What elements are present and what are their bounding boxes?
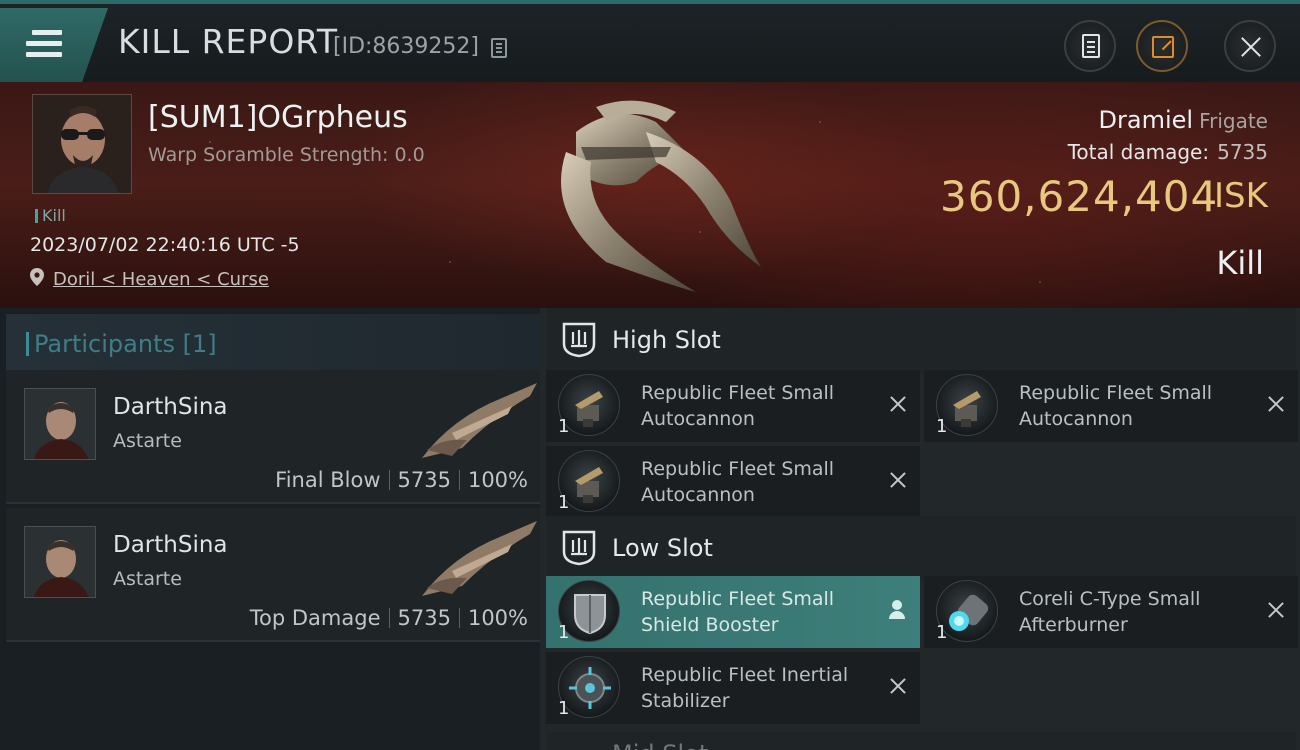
module-quantity: 1 — [558, 698, 570, 719]
participant-stats: Final Blow 5735 100% — [275, 468, 528, 492]
module-name: Republic Fleet Inertial Stabilizer — [641, 664, 849, 712]
participant-ship: Astarte — [113, 568, 182, 590]
module-quantity: 1 — [558, 492, 570, 513]
kill-tag: Kill — [35, 206, 66, 225]
victim-ship[interactable]: Dramiel Frigate — [1099, 106, 1268, 134]
isk-value: 360,624,404 — [940, 172, 1219, 221]
victim-portrait[interactable] — [32, 94, 132, 194]
low-slot-header: Low Slot — [546, 516, 1296, 582]
high-slot-title: High Slot — [612, 326, 721, 354]
module-quantity: 1 — [936, 416, 948, 437]
share-icon — [1152, 36, 1174, 58]
x-icon[interactable] — [888, 676, 908, 696]
participant-stats: Top Damage 5735 100% — [250, 606, 528, 630]
module-item[interactable]: 1 Republic Fleet Small Shield Booster — [546, 576, 920, 648]
user-icon[interactable] — [888, 600, 906, 620]
participant-ship: Astarte — [113, 430, 182, 452]
module-name: Republic Fleet Small Shield Booster — [641, 588, 835, 636]
participant-damage: 5735 — [397, 468, 451, 492]
participant-role: Final Blow — [275, 468, 381, 492]
low-slot-title: Low Slot — [612, 534, 713, 562]
participant-ship-image — [422, 383, 537, 458]
victim-banner: [SUM1]OGrpheus Warp Soramble Strength: 0… — [0, 82, 1300, 308]
x-icon[interactable] — [888, 394, 908, 414]
participants-tab[interactable]: Participants [1] — [6, 314, 540, 372]
hamburger-icon — [26, 30, 62, 63]
clipboard-icon — [1082, 34, 1100, 58]
map-pin-icon — [30, 268, 44, 286]
participant-percent: 100% — [467, 468, 528, 492]
page-title: KILL REPORT — [118, 22, 338, 61]
x-icon[interactable] — [888, 470, 908, 490]
module-item[interactable]: 1 Republic Fleet Small Autocannon — [546, 446, 920, 518]
slot-shield-icon — [562, 530, 596, 566]
copy-icon[interactable] — [491, 38, 507, 58]
isk-unit: ISK — [1214, 176, 1268, 216]
location-link[interactable]: Doril < Heaven < Curse — [53, 269, 269, 290]
total-damage-label: Total damage: — [1067, 140, 1210, 164]
slot-shield-icon — [562, 322, 596, 358]
module-name: Republic Fleet Small Autocannon — [641, 458, 835, 506]
participant-portrait[interactable] — [24, 526, 96, 598]
share-button[interactable] — [1136, 20, 1188, 72]
participant-role: Top Damage — [249, 606, 381, 630]
module-name: Republic Fleet Small Autocannon — [1019, 382, 1213, 430]
participant-row[interactable]: DarthSina Astarte Final Blow 5735 100% — [6, 370, 540, 504]
ship-class: Frigate — [1199, 109, 1268, 133]
top-bar: KILL REPORT [ID:8639252] — [0, 0, 1300, 82]
module-name: Republic Fleet Small Autocannon — [641, 382, 835, 430]
kill-id: [ID:8639252] — [333, 34, 479, 59]
module-quantity: 1 — [936, 622, 948, 643]
participant-name[interactable]: DarthSina — [113, 532, 228, 558]
warp-scramble-strength: Warp Soramble Strength: 0.0 — [148, 144, 425, 166]
total-damage: Total damage: 5735 — [1068, 140, 1268, 164]
fitting-panel: High Slot 1 Republic Fleet Small Autocann… — [540, 308, 1300, 750]
participants-panel: Participants [1] DarthSina Astarte Final… — [0, 308, 540, 750]
module-name: Coreli C-Type Small Afterburner — [1019, 588, 1201, 636]
menu-button[interactable] — [0, 8, 108, 82]
victim-ship-image — [561, 100, 761, 292]
total-damage-value: 5735 — [1217, 140, 1268, 164]
close-icon — [1238, 34, 1264, 60]
ship-name: Dramiel — [1098, 106, 1194, 134]
participant-portrait[interactable] — [24, 388, 96, 460]
x-icon[interactable] — [1266, 394, 1286, 414]
participant-ship-image — [422, 521, 537, 596]
high-slot-header: High Slot — [546, 308, 1296, 374]
module-item[interactable]: 1 Republic Fleet Small Autocannon — [546, 370, 920, 442]
victim-name[interactable]: [SUM1]OGrpheus — [148, 100, 408, 135]
participant-row[interactable]: DarthSina Astarte Top Damage 5735 100% — [6, 508, 540, 642]
x-icon[interactable] — [1266, 600, 1286, 620]
close-button[interactable] — [1224, 20, 1276, 72]
mid-slot-title: Mid Slot — [612, 740, 708, 750]
module-item[interactable]: 1 Republic Fleet Inertial Stabilizer — [546, 652, 920, 724]
module-item[interactable]: 1 Republic Fleet Small Autocannon — [924, 370, 1298, 442]
mid-slot-header: Mid Slot — [546, 732, 1296, 750]
module-item[interactable]: 1 Coreli C-Type Small Afterburner — [924, 576, 1298, 648]
participant-percent: 100% — [467, 606, 528, 630]
result-label: Kill — [1216, 244, 1264, 282]
participant-damage: 5735 — [397, 606, 451, 630]
report-button[interactable] — [1064, 20, 1116, 72]
module-quantity: 1 — [558, 416, 570, 437]
participant-name[interactable]: DarthSina — [113, 394, 228, 420]
module-quantity: 1 — [558, 622, 570, 643]
participants-title: Participants [1] — [34, 330, 217, 358]
kill-timestamp: 2023/07/02 22:40:16 UTC -5 — [30, 234, 300, 256]
